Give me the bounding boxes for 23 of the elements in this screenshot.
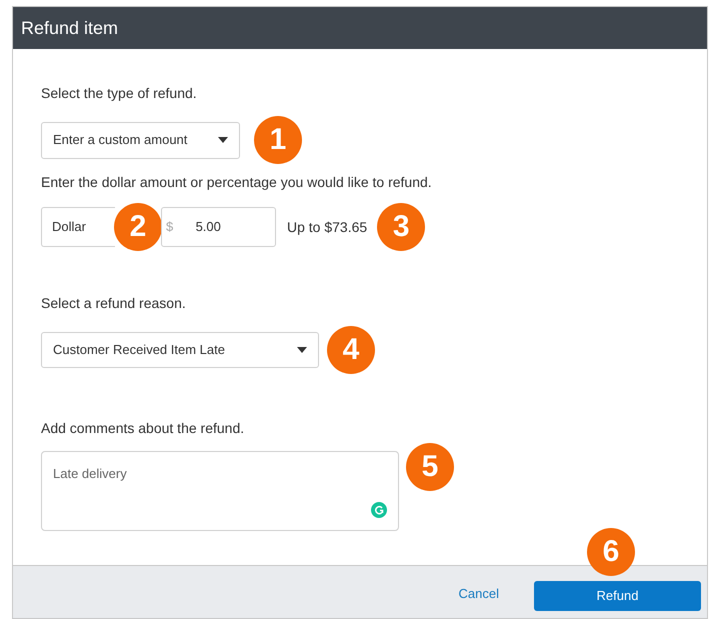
dialog-title: Refund item [21,16,118,40]
callout-badge: 4 [327,326,375,374]
amount-field[interactable]: $ 5.00 [161,207,276,247]
field-label: Select the type of refund. [41,84,198,103]
callout-badge: 6 [587,528,635,576]
callout-badge: 1 [254,116,302,164]
field-label: Add comments about the refund. [41,419,246,438]
callout-badge: 3 [377,203,426,251]
amount-limit: Up to $73.65 [287,218,368,237]
reason-dropdown[interactable]: Customer Received Item Late [41,332,319,368]
refund-button[interactable]: Refund [534,581,701,611]
cancel-link[interactable]: Cancel [458,584,499,604]
caret-icon [297,347,307,353]
caret-icon [218,137,228,143]
refund-type-dropdown[interactable]: Enter a custom amount [41,122,240,158]
comments-field[interactable]: Late delivery [41,451,399,531]
callout-badge: 5 [406,443,454,491]
callout-badge: 2 [114,203,162,251]
field-label: Select a refund reason. [41,294,187,313]
refresh-icon [371,502,387,518]
unit-dropdown[interactable]: Dollar [41,207,115,247]
currency-symbol: $ [166,218,174,236]
field-label: Enter the dollar amount or percentage you would like to refund. [41,173,433,192]
